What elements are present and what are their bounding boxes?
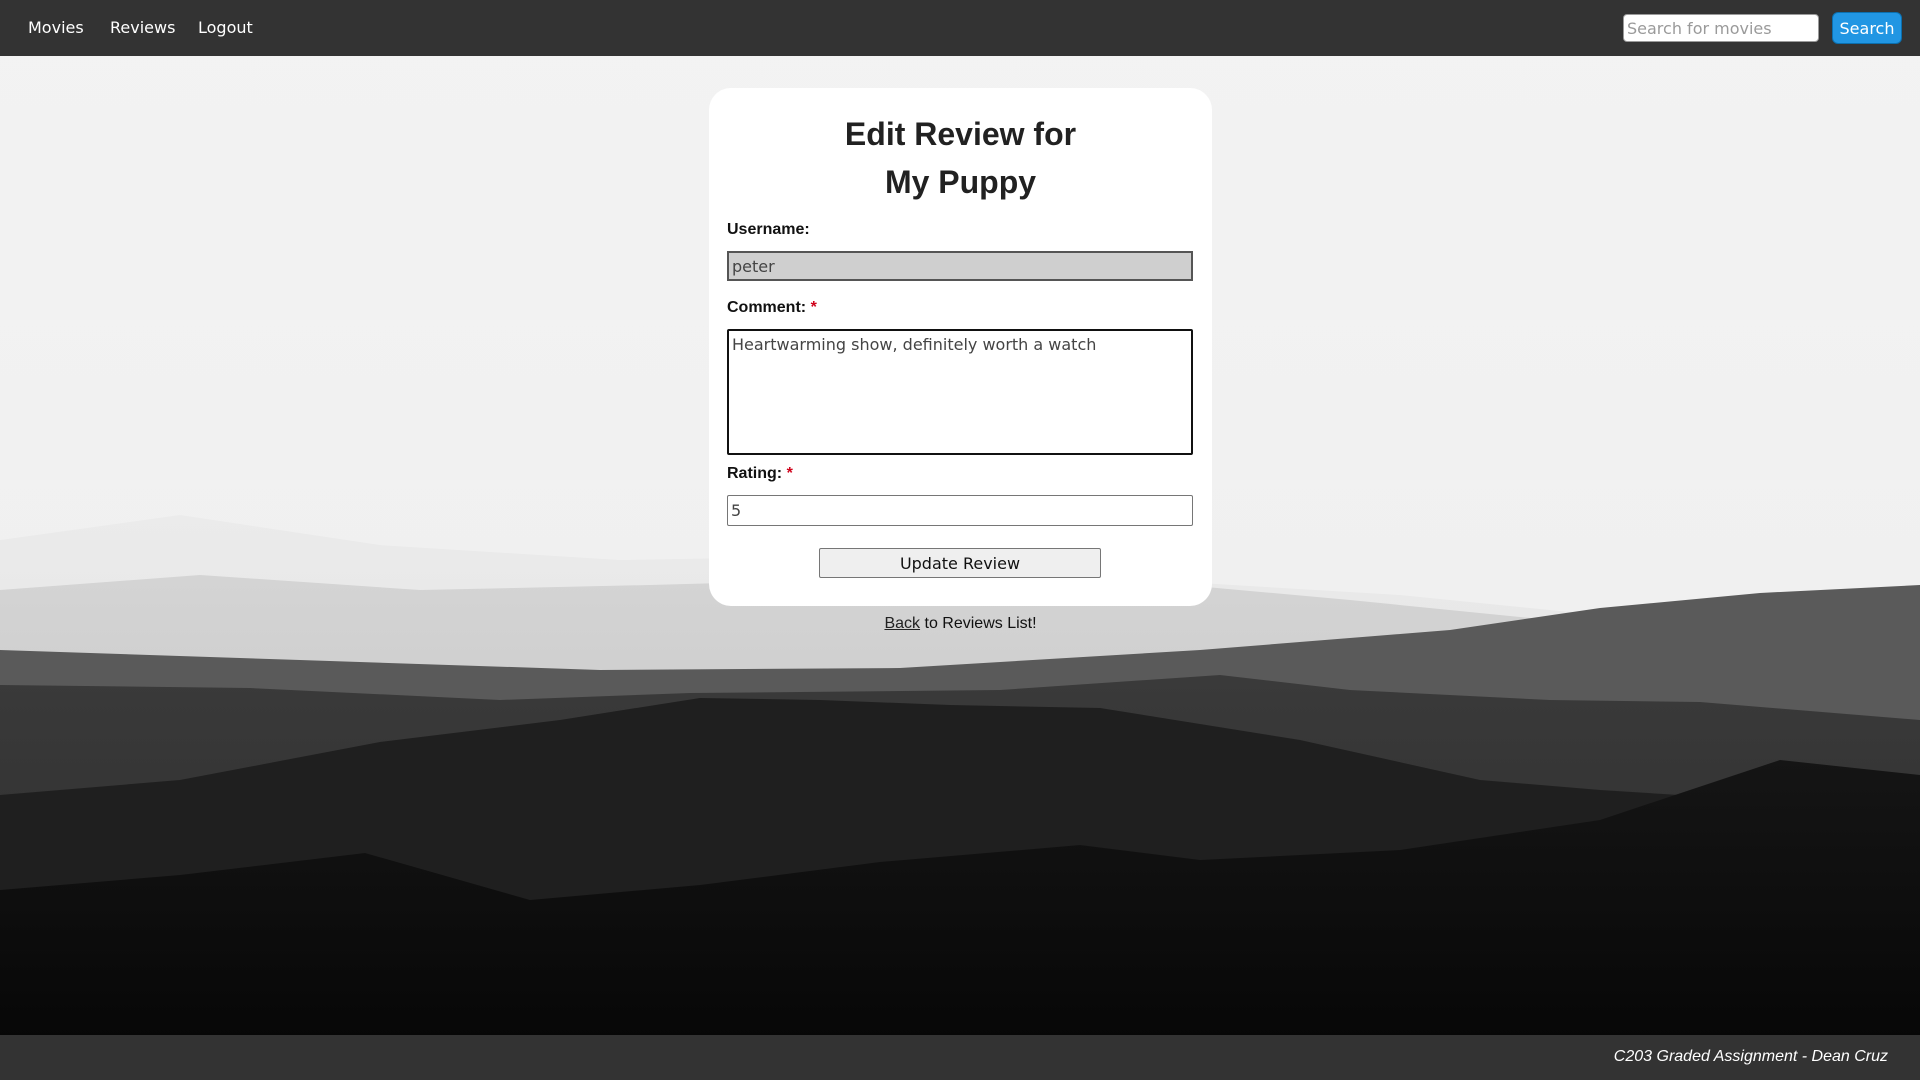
- username-label: Username:: [727, 221, 810, 239]
- nav-link-movies[interactable]: Movies: [28, 18, 84, 37]
- comment-field[interactable]: Heartwarming show, definitely worth a wa…: [727, 329, 1193, 455]
- nav-link-reviews[interactable]: Reviews: [110, 18, 175, 37]
- back-link[interactable]: Back: [884, 615, 920, 632]
- search-input[interactable]: [1623, 14, 1819, 42]
- nav-link-logout[interactable]: Logout: [198, 18, 253, 37]
- navbar: Movies Reviews Logout Search: [0, 0, 1920, 56]
- required-asterisk: *: [810, 299, 817, 316]
- page-title-line1: Edit Review for: [844, 116, 1077, 152]
- username-label-text: Username:: [727, 221, 810, 238]
- update-review-button[interactable]: Update Review: [819, 548, 1101, 578]
- footer: C203 Graded Assignment - Dean Cruz: [0, 1035, 1920, 1080]
- back-text: to Reviews List!: [920, 615, 1037, 632]
- comment-label-text: Comment:: [727, 299, 807, 316]
- back-to-reviews: Back to Reviews List!: [709, 615, 1212, 633]
- movie-title: My Puppy: [884, 164, 1037, 200]
- required-asterisk: *: [786, 465, 793, 482]
- username-field[interactable]: [727, 251, 1193, 281]
- comment-label: Comment: *: [727, 299, 817, 317]
- edit-review-card: Edit Review for My Puppy Username: Comme…: [709, 88, 1212, 606]
- search-button[interactable]: Search: [1832, 12, 1902, 44]
- rating-label-text: Rating:: [727, 465, 783, 482]
- rating-label: Rating: *: [727, 465, 793, 483]
- rating-field[interactable]: [727, 495, 1193, 526]
- page-title: Edit Review for My Puppy: [709, 110, 1212, 206]
- footer-text: C203 Graded Assignment - Dean Cruz: [1613, 1048, 1888, 1065]
